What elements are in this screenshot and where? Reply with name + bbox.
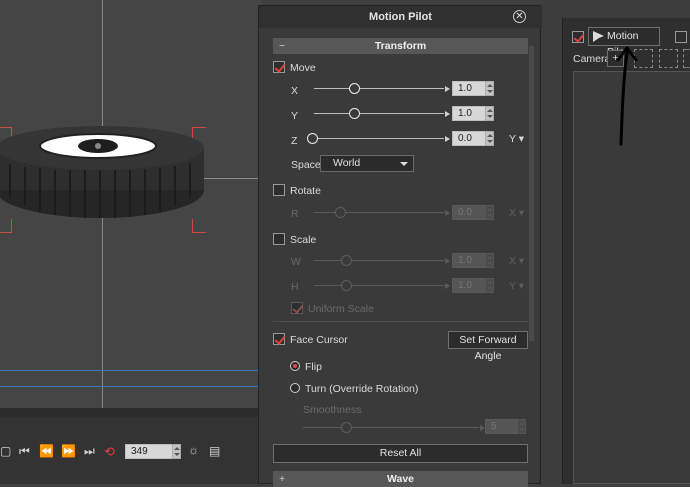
transform-header-label: Transform [374, 40, 427, 52]
previous-key-icon[interactable]: ⏮ [19, 444, 30, 459]
scale-label: Scale [290, 234, 317, 246]
scale-h-axis-select[interactable]: Y ▾ [509, 280, 524, 292]
move-x-slider-thumb[interactable] [349, 83, 360, 94]
turn-radio[interactable] [290, 383, 300, 393]
chevron-down-icon [400, 162, 408, 166]
arrow-right-icon [445, 258, 450, 264]
rotate-label: Rotate [290, 185, 321, 197]
move-z-axis-select[interactable]: Y ▾ [509, 133, 524, 145]
scale-w-label: W [291, 256, 301, 268]
timeline-view-icon[interactable]: ▤ [209, 444, 220, 458]
arrow-right-icon [445, 111, 450, 117]
turn-label: Turn (Override Rotation) [305, 383, 419, 395]
move-y-slider[interactable] [314, 113, 444, 114]
guide-line [0, 370, 262, 371]
tire-object[interactable] [0, 120, 210, 230]
scale-h-stepper[interactable] [485, 278, 494, 293]
smoothness-slider[interactable] [303, 427, 479, 428]
rotate-slider[interactable] [314, 212, 444, 213]
timeline-bar: ▢ ⏮ ⏪ ⏩ ⏭ ⟲ 349 ☼ ▤ [0, 408, 262, 484]
scale-h-slider[interactable] [314, 285, 444, 286]
move-label: Move [290, 62, 316, 74]
scale-w-axis-value: X [509, 255, 517, 267]
face-cursor-label: Face Cursor [290, 334, 348, 346]
uniform-scale-label: Uniform Scale [308, 303, 374, 315]
smoothness-stepper[interactable] [517, 419, 526, 434]
step-back-icon[interactable]: ⏪ [39, 444, 54, 458]
rotate-r-label: R [291, 208, 299, 220]
motion-pilot-enable-checkbox[interactable] [572, 31, 584, 43]
rotate-axis-select[interactable]: X ▾ [509, 207, 524, 219]
move-z-slider-thumb[interactable] [307, 133, 318, 144]
settings-sun-icon[interactable]: ☼ [188, 443, 199, 457]
rotate-checkbox[interactable] [273, 184, 285, 196]
camera-slot-2[interactable] [659, 49, 678, 68]
dialog-title: Motion Pilot [259, 6, 542, 28]
move-z-axis-value: Y [509, 133, 516, 145]
set-forward-angle-button[interactable]: Set Forward Angle [448, 331, 528, 362]
flip-radio[interactable] [290, 361, 300, 371]
close-icon[interactable]: ✕ [513, 10, 526, 23]
scale-w-slider[interactable] [314, 260, 444, 261]
guide-line [0, 386, 262, 387]
scale-checkbox[interactable] [273, 233, 285, 245]
move-z-slider[interactable] [314, 138, 444, 139]
reset-all-button[interactable]: Reset All [273, 444, 528, 463]
camera-slot-3[interactable] [683, 49, 690, 68]
smoothness-label: Smoothness [303, 404, 362, 416]
motion-pilot-icon [593, 31, 604, 42]
rotate-axis-value: X [509, 207, 517, 219]
move-z-stepper[interactable] [485, 131, 494, 146]
move-y-stepper[interactable] [485, 106, 494, 121]
motion-pilot-dialog: Motion Pilot ✕ − Transform Move X 1.0 Y … [258, 5, 542, 487]
smoothness-input[interactable]: 5 [485, 419, 517, 434]
extra-checkbox[interactable] [675, 31, 687, 43]
face-cursor-checkbox[interactable] [273, 333, 285, 345]
move-y-slider-thumb[interactable] [349, 108, 360, 119]
scale-w-slider-thumb[interactable] [341, 255, 352, 266]
scale-w-axis-select[interactable]: X ▾ [509, 255, 524, 267]
camera-label: Camera [573, 53, 611, 65]
flip-label: Flip [305, 361, 322, 373]
frame-stepper[interactable] [172, 444, 181, 459]
arrow-right-icon [445, 136, 450, 142]
annotation-arrow [616, 46, 638, 146]
expand-icon: + [279, 473, 286, 485]
frame-input[interactable]: 349 [125, 444, 173, 459]
move-y-label: Y [291, 110, 299, 122]
wave-section-header[interactable]: + Wave [273, 471, 528, 487]
uniform-scale-checkbox[interactable] [291, 302, 303, 314]
wave-header-label: Wave [386, 473, 415, 485]
stop-icon[interactable]: ▢ [0, 444, 11, 458]
transform-section-header[interactable]: − Transform [273, 38, 528, 54]
space-dropdown[interactable]: World [320, 155, 414, 172]
arrow-right-icon [445, 86, 450, 92]
move-x-stepper[interactable] [485, 81, 494, 96]
scale-h-slider-thumb[interactable] [341, 280, 352, 291]
divider [273, 321, 528, 322]
step-forward-icon[interactable]: ⏩ [61, 444, 76, 458]
smoothness-slider-thumb[interactable] [341, 422, 352, 433]
arrow-right-icon [445, 210, 450, 216]
space-label: Space: [291, 159, 324, 171]
next-key-icon[interactable]: ⏭ [84, 444, 95, 459]
rotate-slider-thumb[interactable] [335, 207, 346, 218]
scrollbar-thumb[interactable] [529, 46, 534, 341]
scale-h-label: H [291, 281, 299, 293]
rotate-stepper[interactable] [485, 205, 494, 220]
scale-w-stepper[interactable] [485, 253, 494, 268]
collapse-icon: − [279, 40, 286, 52]
move-x-slider[interactable] [314, 88, 444, 89]
move-checkbox[interactable] [273, 61, 285, 73]
move-x-label: X [291, 85, 299, 97]
space-dropdown-value: World [333, 157, 361, 169]
3d-viewport[interactable] [0, 0, 262, 408]
arrow-right-icon [445, 283, 450, 289]
loop-icon[interactable]: ⟲ [104, 444, 115, 460]
scale-h-axis-value: Y [509, 280, 516, 292]
move-z-label: Z [291, 135, 298, 147]
